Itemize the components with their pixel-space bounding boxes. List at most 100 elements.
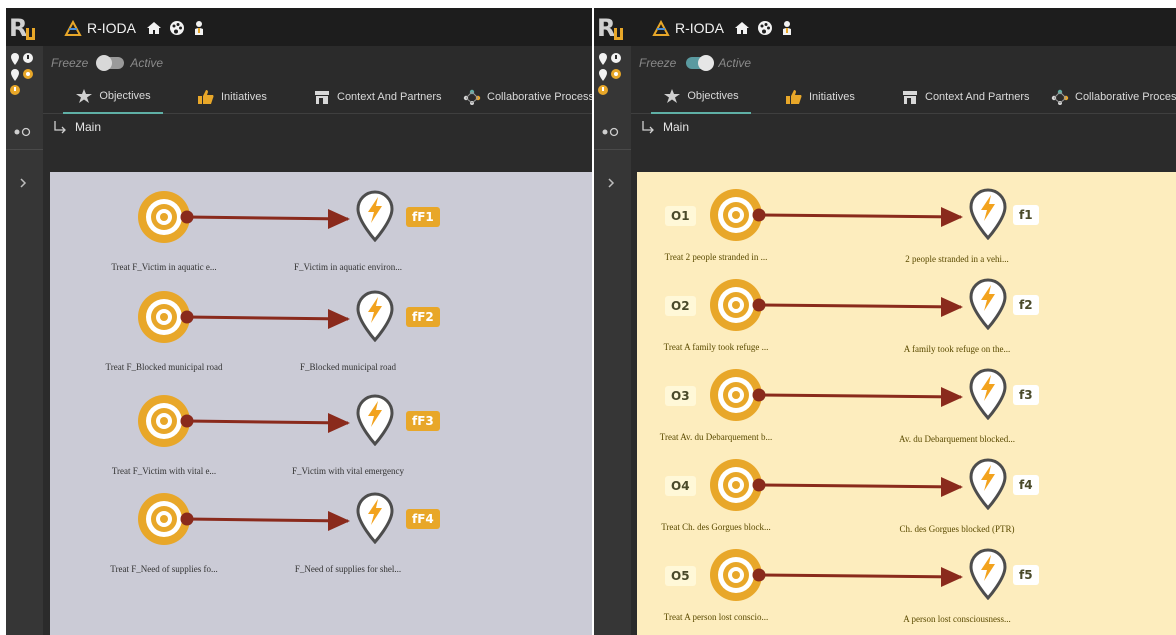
breadcrumb[interactable]: Main	[641, 120, 689, 134]
link-anchor-dot[interactable]	[752, 388, 766, 402]
fact-label[interactable]: A person lost consciousness...	[877, 614, 1037, 624]
store-icon	[903, 91, 917, 104]
svg-text:R: R	[9, 14, 27, 42]
fact-label[interactable]: 2 people stranded in a vehi...	[877, 254, 1037, 264]
link-line	[758, 483, 962, 489]
tab-context-and-partners[interactable]: Context And Partners	[313, 80, 442, 114]
fact-id-badge: f1	[1013, 205, 1039, 225]
breadcrumb[interactable]: Main	[53, 120, 101, 134]
left-rail	[6, 46, 43, 635]
user-icon[interactable]	[779, 20, 795, 36]
brand[interactable]: R-IODA	[64, 19, 136, 37]
objective-label[interactable]: Treat Av. du Debarquement b...	[636, 432, 796, 442]
link-arrowhead	[328, 511, 350, 531]
fact-label[interactable]: F_Blocked municipal road	[268, 362, 428, 372]
fact-label[interactable]: F_Victim in aquatic environ...	[268, 262, 428, 272]
toggle-knob	[698, 55, 715, 71]
app-logo-icon[interactable]: R	[8, 12, 40, 42]
tab-label: Collaborative Process	[1075, 91, 1176, 103]
graph-canvas[interactable]: f1 O1 Treat 2 people stranded in ... 2 peop…	[637, 172, 1176, 635]
fact-label[interactable]: F_Need of supplies for shel...	[268, 564, 428, 574]
link-arrowhead	[328, 413, 350, 433]
tab-objectives[interactable]: Objectives	[63, 80, 163, 114]
fact-pin-icon[interactable]	[969, 368, 1007, 420]
link-anchor-dot[interactable]	[180, 512, 194, 526]
app-window-left: R R-IODA Freeze Active Objectives Initia…	[6, 8, 592, 635]
fact-label[interactable]: Ch. des Gorgues blocked (PTR)	[877, 524, 1037, 534]
link-arrowhead	[328, 309, 350, 329]
fact-pin-icon[interactable]	[356, 394, 394, 446]
objective-label[interactable]: Treat Ch. des Gorgues block...	[636, 522, 796, 532]
markers-icon[interactable]	[9, 51, 39, 97]
objective-label[interactable]: Treat A family took refuge ...	[636, 342, 796, 352]
toggle-view-icon[interactable]	[600, 126, 622, 138]
fact-label[interactable]: A family took refuge on the...	[877, 344, 1037, 354]
tab-label: Initiatives	[809, 91, 855, 103]
link-line	[186, 517, 349, 523]
tab-objectives[interactable]: Objectives	[651, 80, 751, 114]
palette-icon[interactable]	[757, 20, 773, 36]
link-anchor-dot[interactable]	[752, 478, 766, 492]
tab-label: Objectives	[99, 90, 151, 102]
fact-pin-icon[interactable]	[356, 190, 394, 242]
objective-label[interactable]: Treat F_Blocked municipal road	[84, 362, 244, 372]
freeze-toggle[interactable]	[686, 55, 715, 71]
tab-initiatives[interactable]: Initiatives	[197, 80, 267, 114]
fact-pin-icon[interactable]	[969, 548, 1007, 600]
objective-label[interactable]: Treat A person lost conscio...	[636, 612, 796, 622]
fact-pin-icon[interactable]	[969, 458, 1007, 510]
link-line	[758, 393, 962, 399]
toggle-view-icon[interactable]	[12, 126, 34, 138]
link-line	[758, 303, 962, 309]
thumbs-up-icon	[786, 90, 802, 104]
fact-id-badge: fF2	[406, 307, 440, 327]
objective-label[interactable]: Treat 2 people stranded in ...	[636, 252, 796, 262]
objective-label[interactable]: Treat F_Need of supplies fo...	[84, 564, 244, 574]
fact-pin-icon[interactable]	[356, 290, 394, 342]
tab-label: Context And Partners	[337, 91, 442, 103]
tab-collaborative-process[interactable]: Collaborative Process	[463, 80, 592, 114]
link-anchor-dot[interactable]	[752, 208, 766, 222]
fact-label[interactable]: Av. du Debarquement blocked...	[877, 434, 1037, 444]
tab-label: Context And Partners	[925, 91, 1030, 103]
objective-label[interactable]: Treat F_Victim in aquatic e...	[84, 262, 244, 272]
link-line	[186, 215, 349, 221]
link-anchor-dot[interactable]	[752, 298, 766, 312]
palette-icon[interactable]	[169, 20, 185, 36]
tab-initiatives[interactable]: Initiatives	[785, 80, 855, 114]
link-anchor-dot[interactable]	[180, 414, 194, 428]
home-icon[interactable]	[734, 20, 750, 36]
graph-canvas[interactable]: fF1 Treat F_Victim in aquatic e... F_Victi…	[50, 172, 592, 635]
fact-label[interactable]: F_Victim with vital emergency	[268, 466, 428, 476]
home-icon[interactable]	[146, 20, 162, 36]
chevron-right-icon[interactable]	[17, 176, 29, 190]
rail-divider	[594, 149, 631, 150]
link-anchor-dot[interactable]	[180, 210, 194, 224]
link-line	[758, 573, 962, 579]
store-icon	[315, 91, 329, 104]
link-anchor-dot[interactable]	[752, 568, 766, 582]
brand-label: R-IODA	[87, 20, 136, 36]
link-line	[186, 419, 349, 425]
fact-pin-icon[interactable]	[969, 278, 1007, 330]
link-line	[758, 213, 962, 219]
app-window-right: R R-IODA Freeze Active Objectives Initia…	[594, 8, 1176, 635]
left-rail	[594, 46, 631, 635]
fact-id-badge: f2	[1013, 295, 1039, 315]
breadcrumb-label: Main	[663, 120, 690, 134]
brand[interactable]: R-IODA	[652, 19, 724, 37]
link-anchor-dot[interactable]	[180, 310, 194, 324]
tab-context-and-partners[interactable]: Context And Partners	[901, 80, 1030, 114]
tab-collaborative-process[interactable]: Collaborative Process	[1051, 80, 1176, 114]
freeze-toggle[interactable]	[96, 55, 125, 71]
toggle-knob	[96, 55, 113, 71]
fact-pin-icon[interactable]	[969, 188, 1007, 240]
markers-icon[interactable]	[597, 51, 627, 97]
objective-label[interactable]: Treat F_Victim with vital e...	[84, 466, 244, 476]
tab-label: Objectives	[687, 90, 739, 102]
user-icon[interactable]	[191, 20, 207, 36]
app-logo-icon[interactable]: R	[596, 12, 628, 42]
chevron-right-icon[interactable]	[605, 176, 617, 190]
fact-id-badge: fF4	[406, 509, 440, 529]
fact-pin-icon[interactable]	[356, 492, 394, 544]
